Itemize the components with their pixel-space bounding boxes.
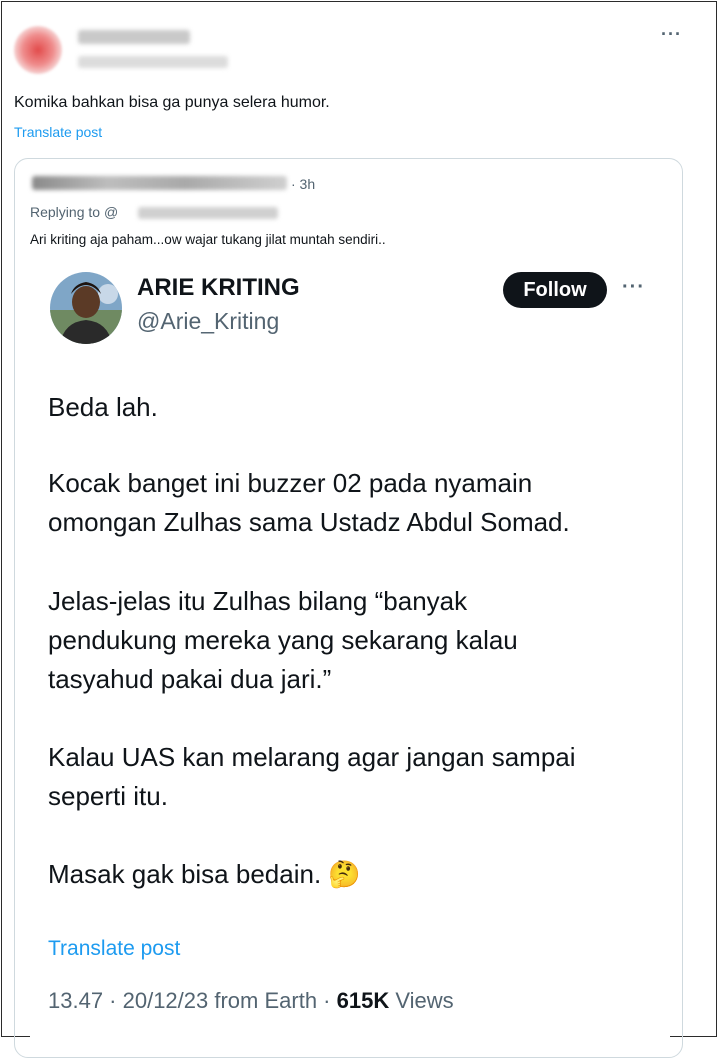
replying-to: Replying to @ [30,204,118,220]
tweet-line: Masak gak bisa bedain. 🤔 [48,859,361,889]
tweet-paragraph: Jelas-jelas itu Zulhas bilang “banyak pe… [48,582,518,699]
tweet-paragraph: Kalau UAS kan melarang agar jangan sampa… [48,738,576,816]
person-avatar-icon [50,272,122,344]
tweet-line: Kocak banget ini buzzer 02 pada nyamain [48,468,533,498]
replying-handle[interactable]: @ [104,204,118,220]
tweet-line: Kalau UAS kan melarang agar jangan sampa… [48,742,576,772]
quoted-author-redacted [32,176,287,190]
tweet-line: pendukung mereka yang sekarang kalau [48,625,518,655]
tweet-author-handle: @Arie_Kriting [137,308,280,334]
tweet-translate-link: Translate post [48,937,181,960]
tweet-line: tasyahud pakai dua jari.” [48,664,332,694]
tweet-paragraph: Beda lah. [48,388,158,427]
replying-prefix: Replying to [30,204,101,220]
tweet-more-icon: ··· [622,276,645,298]
tweet-paragraph: Masak gak bisa bedain. 🤔 [48,855,361,894]
more-options-icon[interactable]: ··· [661,24,682,45]
translate-post-link[interactable]: Translate post [14,124,102,140]
replying-handle-redacted [138,207,278,219]
views-label: Views [395,988,454,1013]
tweet-line: Jelas-jelas itu Zulhas bilang “banyak [48,586,468,616]
tweet-timestamp: 13.47 · 20/12/23 from Earth · [48,988,331,1013]
tweet-line: omongan Zulhas sama Ustadz Abdul Somad. [48,507,570,537]
views-count: 615K [336,988,390,1013]
tweet-line: seperti itu. [48,781,168,811]
tweet-metadata: 13.47 · 20/12/23 from Earth · 615K Views [48,988,454,1014]
tweet-paragraph: Kocak banget ini buzzer 02 pada nyamain … [48,464,570,542]
tweet-author-name: ARIE KRITING [137,274,300,301]
post-text: Komika bahkan bisa ga punya selera humor… [14,94,330,111]
quoted-post-time: · 3h [291,176,316,192]
profile-photo [50,272,122,344]
quoted-post-text: Ari kriting aja paham...ow wajar tukang … [30,232,386,247]
author-avatar[interactable] [14,26,62,74]
author-handle-redacted [78,56,228,68]
author-name-redacted [78,30,190,44]
follow-button: Follow [503,272,607,308]
tweet-line: Beda lah. [48,392,158,422]
